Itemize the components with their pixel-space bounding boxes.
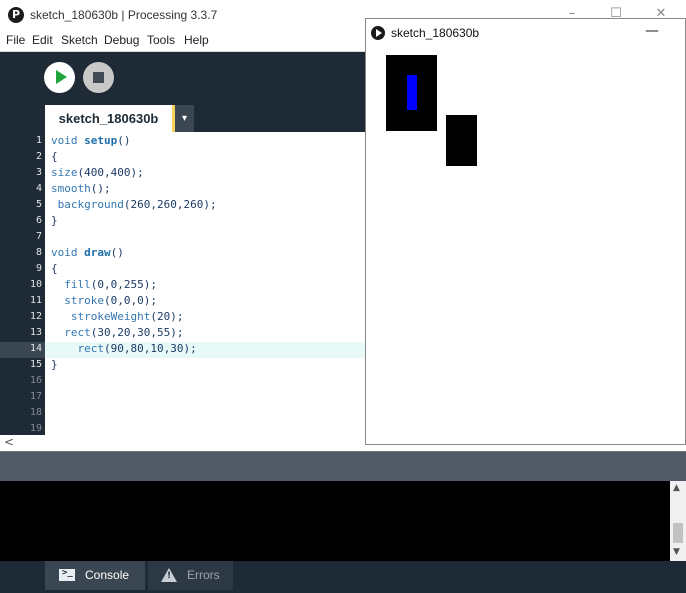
canvas-rect-2 xyxy=(446,115,477,166)
sketch-play-icon xyxy=(371,26,385,40)
tab-errors[interactable]: ! Errors xyxy=(148,561,233,590)
console-icon: >_ xyxy=(59,568,75,581)
console-vertical-scrollbar[interactable]: ▲ ▼ xyxy=(670,481,686,561)
editor-console-divider[interactable] xyxy=(0,451,686,482)
processing-logo-icon: P xyxy=(8,7,24,23)
code-line[interactable]: { xyxy=(51,150,58,163)
sketch-window-title: sketch_180630b xyxy=(391,26,480,40)
sketch-output-window[interactable]: sketch_180630b — xyxy=(365,18,686,445)
code-line[interactable]: strokeWeight(20); xyxy=(51,310,184,323)
tab-menu-button[interactable]: ▾ xyxy=(175,105,194,132)
line-number: 8 xyxy=(35,247,42,258)
line-number: 10 xyxy=(29,279,42,290)
code-line[interactable]: } xyxy=(51,214,58,227)
line-number: 12 xyxy=(29,311,42,322)
scroll-up-icon[interactable]: ▲ xyxy=(673,483,680,493)
code-line[interactable]: fill(0,0,255); xyxy=(51,278,157,291)
line-number: 6 xyxy=(35,215,42,226)
sketch-minimize-button[interactable]: — xyxy=(642,24,662,39)
line-number: 9 xyxy=(35,263,42,274)
line-number: 15 xyxy=(29,359,42,370)
scroll-down-icon[interactable]: ▼ xyxy=(673,547,680,557)
menu-help[interactable]: Help xyxy=(184,33,209,47)
run-button[interactable] xyxy=(44,62,75,93)
line-number: 14 xyxy=(29,343,42,354)
sketch-title-bar[interactable]: sketch_180630b — xyxy=(366,19,685,47)
menu-debug[interactable]: Debug xyxy=(104,33,139,47)
code-line[interactable]: size(400,400); xyxy=(51,166,144,179)
warning-icon: ! xyxy=(161,568,177,582)
line-number: 11 xyxy=(29,295,42,306)
line-number: 2 xyxy=(35,151,42,162)
scrollbar-thumb[interactable] xyxy=(673,523,683,543)
line-number: 18 xyxy=(29,407,42,418)
code-line[interactable]: void setup() xyxy=(51,134,131,147)
canvas-rect-1-fill xyxy=(407,75,417,110)
line-number: 1 xyxy=(35,135,42,146)
scroll-left-icon[interactable]: < xyxy=(4,435,14,449)
console-output[interactable] xyxy=(0,481,670,561)
code-line[interactable]: rect(30,20,30,55); xyxy=(51,326,183,339)
line-number: 3 xyxy=(35,167,42,178)
menu-tools[interactable]: Tools xyxy=(147,33,175,47)
stop-button[interactable] xyxy=(83,62,114,93)
code-line[interactable]: { xyxy=(51,262,58,275)
line-number: 7 xyxy=(35,231,42,242)
tab-console[interactable]: >_ Console xyxy=(45,561,145,590)
stop-icon xyxy=(93,72,104,83)
line-number: 5 xyxy=(35,199,42,210)
tab-label: sketch_180630b xyxy=(58,111,159,126)
menu-edit[interactable]: Edit xyxy=(32,33,53,47)
line-number: 17 xyxy=(29,391,42,402)
line-number: 4 xyxy=(35,183,42,194)
tab-sketch[interactable]: sketch_180630b xyxy=(45,105,172,132)
ide-window-title: sketch_180630b | Processing 3.3.7 xyxy=(30,8,218,22)
code-line[interactable]: } xyxy=(51,358,58,371)
code-line[interactable]: stroke(0,0,0); xyxy=(51,294,157,307)
menu-file[interactable]: File xyxy=(6,33,25,47)
line-number: 13 xyxy=(29,327,42,338)
errors-tab-label: Errors xyxy=(187,568,220,582)
code-line[interactable]: void draw() xyxy=(51,246,124,259)
menu-sketch[interactable]: Sketch xyxy=(61,33,98,47)
code-line[interactable]: smooth(); xyxy=(51,182,111,195)
play-icon xyxy=(56,70,67,84)
canvas-rect-1 xyxy=(386,55,437,131)
line-number: 16 xyxy=(29,375,42,386)
code-line[interactable]: background(260,260,260); xyxy=(51,198,217,211)
line-number: 19 xyxy=(29,423,42,434)
code-line[interactable]: rect(90,80,10,30); xyxy=(51,342,197,355)
console-tab-label: Console xyxy=(85,568,130,582)
